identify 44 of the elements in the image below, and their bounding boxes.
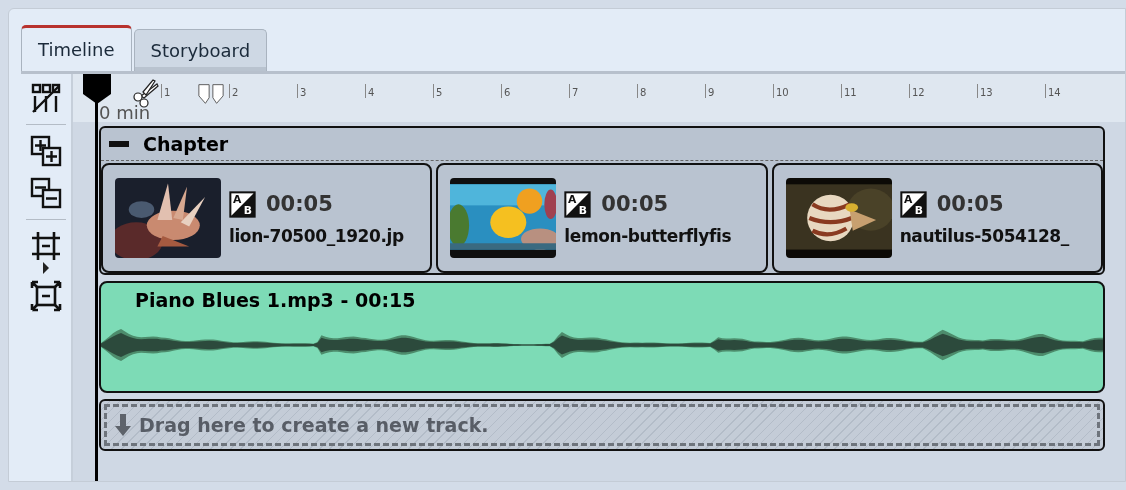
clip-duration: 00:05	[936, 192, 1004, 216]
clip-name: nautilus-5054128_	[899, 225, 1069, 246]
drop-zone[interactable]: Drag here to create a new track.	[99, 399, 1105, 451]
image-clip[interactable]: A B 00:05 lemon-butterflyfis	[436, 163, 768, 273]
tab[interactable]: Storyboard	[133, 29, 268, 71]
ruler-tick-label: 3	[297, 84, 307, 98]
ruler-tick-label: 2	[229, 84, 239, 98]
fit-frame-icon[interactable]	[30, 230, 62, 262]
image-clip[interactable]: A B 00:05 nautilus-5054128_	[771, 163, 1103, 273]
ruler-tick-label: 11	[841, 84, 857, 98]
ruler-tick-label: 10	[773, 84, 789, 98]
ruler-tick-label: 8	[637, 84, 647, 98]
image-clip[interactable]: A B 00:05 lion-70500_1920.jp	[101, 163, 433, 273]
transition-icon[interactable]: A B	[229, 190, 256, 218]
clip-duration: 00:05	[601, 192, 669, 216]
tab[interactable]: Timeline	[21, 25, 132, 71]
ruler-tick-label: 12	[909, 84, 925, 98]
ruler-tick-label: 6	[501, 84, 511, 98]
ruler-tick-label: 4	[365, 84, 375, 98]
arrow-down-icon	[115, 414, 131, 436]
ruler-tick-label: 9	[705, 84, 715, 98]
marker-icon[interactable]	[197, 82, 225, 106]
chapter-title: Chapter	[143, 133, 229, 155]
audio-title: Piano Blues 1.mp3 - 00:15	[134, 289, 416, 311]
playhead-handle[interactable]	[81, 74, 113, 104]
expand-icon[interactable]	[30, 280, 62, 312]
remove-track-icon[interactable]	[30, 177, 62, 209]
collapse-icon[interactable]	[109, 140, 129, 148]
caret-icon[interactable]	[42, 262, 50, 274]
ruler-tick-label: 13	[977, 84, 993, 98]
transition-icon[interactable]: A B	[899, 190, 927, 218]
ruler-tick-label: 14	[1045, 84, 1061, 98]
clip-name: lemon-butterflyfis	[564, 225, 732, 246]
ruler-tick-label: 5	[433, 84, 443, 98]
drop-zone-hint: Drag here to create a new track.	[139, 414, 489, 436]
add-track-icon[interactable]	[30, 135, 62, 167]
clip-name: lion-70500_1920.jp	[229, 225, 404, 246]
ruler-start-label: 0 min	[99, 102, 151, 123]
ruler-tick-label: 1	[161, 84, 171, 98]
clip-duration: 00:05	[266, 192, 333, 216]
audio-track[interactable]: Piano Blues 1.mp3 - 00:15	[99, 281, 1105, 393]
ruler-tick-label: 7	[569, 84, 579, 98]
grid-edit-icon[interactable]	[30, 82, 62, 114]
transition-icon[interactable]: A B	[564, 190, 592, 218]
